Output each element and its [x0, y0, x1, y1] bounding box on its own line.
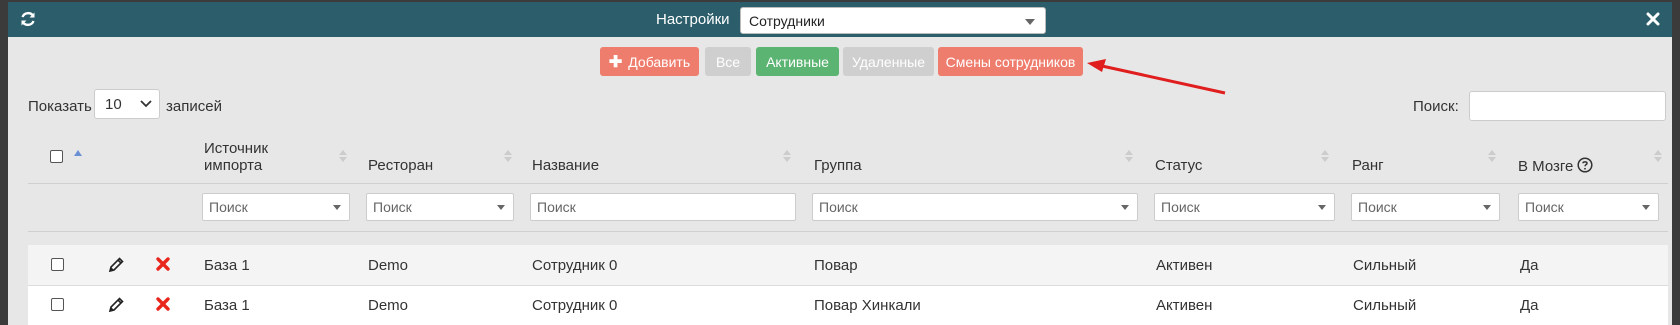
filter-source-select[interactable]: Поиск: [202, 193, 350, 221]
filter-status-select[interactable]: Поиск: [1154, 193, 1335, 221]
table-row: База 1 Demo Сотрудник 0 Повар Хинкали Ак…: [28, 285, 1668, 325]
column-header-in-brain[interactable]: В Мозге: [1518, 157, 1593, 175]
filter-placeholder: Поиск: [1161, 199, 1200, 215]
header-divider: [28, 183, 1668, 184]
filter-divider: [28, 231, 1668, 232]
page-length-value: 10: [105, 96, 122, 113]
filter-placeholder: Поиск: [209, 199, 248, 215]
column-header-group[interactable]: Группа: [814, 157, 862, 174]
cell-group: Повар Хинкали: [814, 297, 921, 314]
modal-title: Настройки: [656, 11, 730, 28]
close-icon[interactable]: [1644, 10, 1662, 28]
cell-name: Сотрудник 0: [532, 257, 618, 274]
sort-icon[interactable]: [1125, 150, 1133, 164]
page-length-suffix: записей: [166, 98, 222, 115]
column-header-source[interactable]: Источник импорта: [204, 140, 294, 174]
sort-icon[interactable]: [783, 150, 791, 164]
refresh-icon[interactable]: [18, 9, 38, 29]
row-checkbox[interactable]: [51, 298, 64, 311]
filter-active-button[interactable]: Активные: [756, 47, 839, 76]
chevron-down-icon: [497, 205, 505, 210]
search-input[interactable]: [1469, 91, 1666, 121]
edit-pencil-icon[interactable]: [108, 296, 125, 313]
chevron-down-icon: [1318, 205, 1326, 210]
filter-placeholder: Поиск: [373, 199, 412, 215]
filter-restaurant-select[interactable]: Поиск: [366, 193, 514, 221]
sort-icon[interactable]: [339, 150, 347, 164]
plus-icon: ✚: [608, 53, 623, 71]
cell-status: Активен: [1156, 257, 1213, 274]
cell-rank: Сильный: [1353, 257, 1417, 274]
table-row: База 1 Demo Сотрудник 0 Повар Активен Си…: [28, 245, 1668, 285]
cell-source: База 1: [204, 297, 250, 314]
row-divider: [28, 285, 1668, 286]
filter-deleted-button[interactable]: Удаленные: [843, 47, 934, 76]
cell-name: Сотрудник 0: [532, 297, 618, 314]
cell-in-brain: Да: [1520, 297, 1539, 314]
edit-pencil-icon[interactable]: [108, 256, 125, 273]
sort-icon[interactable]: [1654, 150, 1662, 164]
cell-in-brain: Да: [1520, 257, 1539, 274]
column-header-status[interactable]: Статус: [1155, 157, 1202, 174]
column-header-restaurant[interactable]: Ресторан: [368, 157, 433, 174]
cell-restaurant: Demo: [368, 297, 409, 314]
select-all-checkbox[interactable]: [50, 150, 63, 163]
chevron-down-icon: [333, 205, 341, 210]
sort-icon[interactable]: [1321, 150, 1329, 164]
filter-all-button[interactable]: Все: [705, 47, 751, 76]
add-button-label: Добавить: [628, 53, 691, 70]
search-label: Поиск:: [1413, 98, 1459, 115]
sort-icon[interactable]: [1488, 150, 1496, 164]
column-header-name[interactable]: Название: [532, 157, 599, 174]
help-icon[interactable]: [1577, 157, 1593, 173]
sort-asc-icon[interactable]: [74, 150, 82, 156]
filter-placeholder: Поиск: [819, 199, 858, 215]
filter-rank-select[interactable]: Поиск: [1351, 193, 1500, 221]
chevron-down-icon: [1121, 205, 1129, 210]
sort-icon[interactable]: [504, 150, 512, 164]
filter-name-input[interactable]: Поиск: [530, 193, 796, 221]
modal-header: Настройки Сотрудники: [8, 2, 1672, 37]
filter-placeholder: Поиск: [1358, 199, 1397, 215]
filter-placeholder: Поиск: [537, 199, 576, 215]
in-brain-label: В Мозге: [1518, 158, 1574, 175]
cell-status: Активен: [1156, 297, 1213, 314]
cell-group: Повар: [814, 257, 858, 274]
add-button[interactable]: ✚ Добавить: [600, 47, 699, 76]
chevron-down-icon: [140, 100, 152, 108]
chevron-down-icon: [1483, 205, 1491, 210]
page-length-prefix: Показать: [28, 98, 92, 115]
filter-group-select[interactable]: Поиск: [812, 193, 1138, 221]
settings-modal: Настройки Сотрудники ✚ Добавить Все Акти…: [8, 2, 1672, 325]
settings-section-select[interactable]: Сотрудники: [740, 7, 1046, 34]
filter-in-brain-select[interactable]: Поиск: [1518, 193, 1659, 221]
cell-rank: Сильный: [1353, 297, 1417, 314]
cell-restaurant: Demo: [368, 257, 409, 274]
delete-x-icon[interactable]: [155, 296, 171, 312]
settings-section-value: Сотрудники: [749, 13, 825, 29]
cell-source: База 1: [204, 257, 250, 274]
chevron-down-icon: [1642, 205, 1650, 210]
page-length-select[interactable]: 10: [94, 89, 160, 119]
delete-x-icon[interactable]: [155, 256, 171, 272]
chevron-down-icon: [1025, 19, 1035, 25]
column-header-rank[interactable]: Ранг: [1352, 157, 1384, 174]
employee-shifts-button[interactable]: Смены сотрудников: [938, 47, 1083, 76]
filter-placeholder: Поиск: [1525, 199, 1564, 215]
row-checkbox[interactable]: [51, 258, 64, 271]
